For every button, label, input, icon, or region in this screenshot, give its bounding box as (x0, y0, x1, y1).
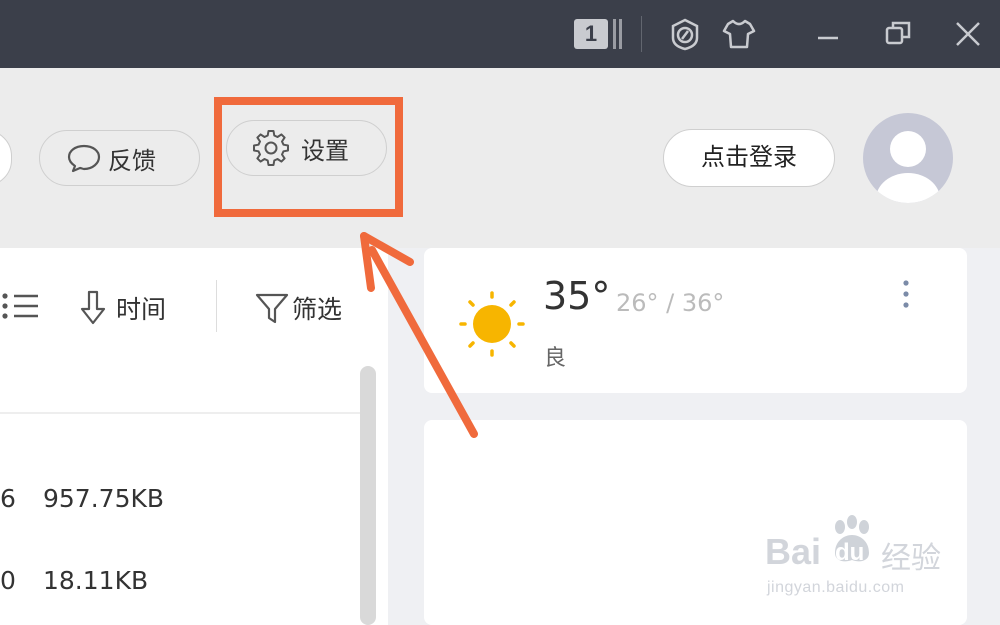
feedback-label: 反馈 (108, 146, 156, 175)
title-bar: 1 (0, 0, 1000, 68)
file-list-header (0, 248, 388, 412)
row-1-prefix: 6 (0, 484, 16, 513)
weather-range: 26° / 36° (616, 289, 725, 317)
avatar[interactable] (863, 113, 953, 203)
titlebar-separator (641, 16, 642, 52)
skin-shirt-icon[interactable] (721, 16, 757, 52)
row-2-prefix: 0 (0, 566, 16, 595)
watermark-cn: 经验 (881, 541, 941, 576)
user-silhouette-icon (876, 131, 940, 203)
sun-icon (459, 291, 525, 357)
funnel-icon (255, 293, 289, 324)
watermark-brand-du: du (835, 539, 865, 566)
file-list-divider (0, 412, 360, 414)
weather-temperature: 35° (543, 274, 611, 318)
speed-icon[interactable] (667, 16, 703, 52)
list-view-icon[interactable] (0, 288, 40, 324)
scrollbar[interactable] (360, 366, 376, 625)
minimize-icon[interactable] (810, 16, 846, 52)
close-icon[interactable] (950, 16, 986, 52)
top-toolbar: 反馈 设置 点击登录 (0, 68, 1000, 248)
feedback-button[interactable]: 反馈 (39, 130, 200, 186)
window-count-badge[interactable]: 1 (574, 19, 608, 49)
toolbar-separator (216, 280, 217, 332)
watermark-url: jingyan.baidu.com (767, 579, 905, 596)
login-button[interactable]: 点击登录 (663, 129, 835, 187)
air-quality: 良 (544, 346, 567, 371)
sort-time-label: 时间 (116, 295, 167, 324)
row-1-size: 957.75KB (43, 484, 165, 513)
settings-highlight-box (214, 97, 403, 217)
watermark-brand: Bai (765, 531, 822, 572)
filter-label: 筛选 (292, 295, 343, 324)
baidu-jingyan-watermark: Bai du 经验 jingyan.baidu.com (765, 513, 955, 608)
sort-time-button[interactable]: 时间 (78, 288, 166, 328)
row-2-size: 18.11KB (43, 566, 149, 595)
more-options-icon[interactable] (898, 278, 914, 312)
badge-stack-icon (613, 19, 622, 49)
filter-button[interactable]: 筛选 (254, 288, 342, 328)
chat-bubble-icon (67, 144, 101, 173)
weather-card[interactable]: 35° 26° / 36° 良 (424, 248, 967, 393)
arrow-down-icon (80, 290, 106, 325)
partial-pill-left[interactable] (0, 130, 12, 186)
restore-icon[interactable] (880, 16, 916, 52)
